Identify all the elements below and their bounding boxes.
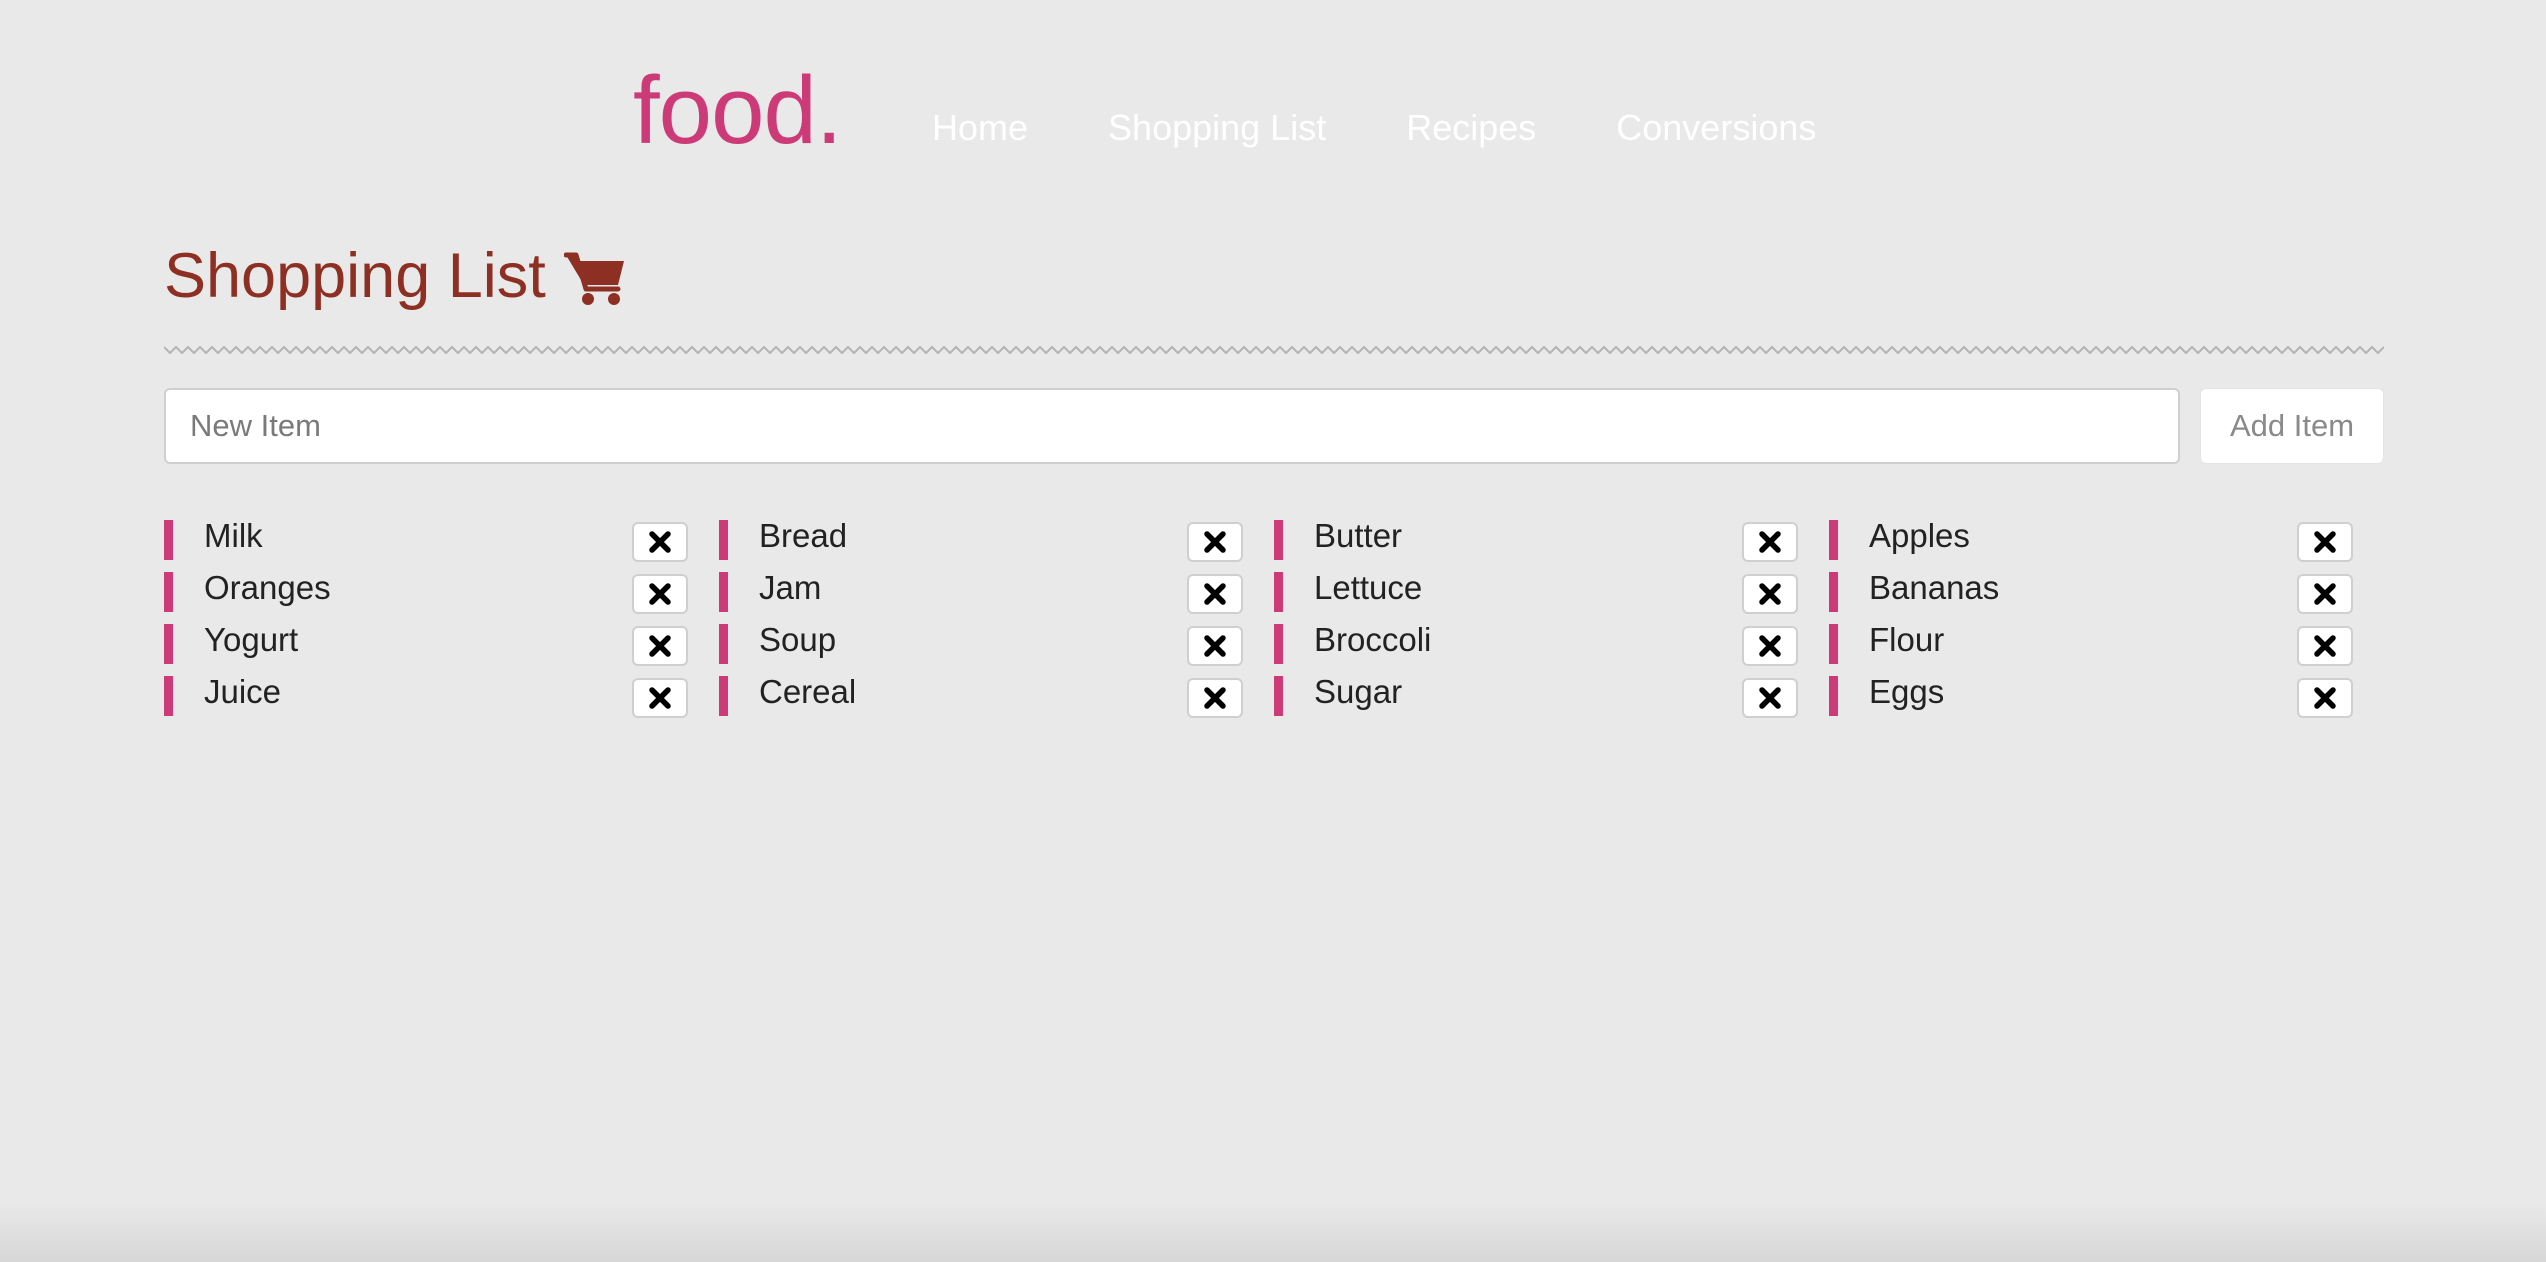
list-item: Butter (1274, 517, 1798, 562)
list-item: Apples (1829, 517, 2353, 562)
remove-item-button[interactable] (2297, 574, 2353, 614)
remove-item-button[interactable] (632, 522, 688, 562)
nav-link-home[interactable]: Home (932, 104, 1028, 152)
nav-link-conversions[interactable]: Conversions (1616, 104, 1816, 152)
list-item: Oranges (164, 569, 688, 614)
item-label: Butter (1314, 517, 1403, 554)
item-marker (1829, 676, 1838, 716)
close-x-icon (1759, 583, 1781, 605)
item-label: Sugar (1314, 673, 1403, 710)
item-label: Broccoli (1314, 621, 1432, 658)
close-x-icon (649, 687, 671, 709)
item-label: Bananas (1869, 569, 2000, 606)
site-logo[interactable]: food. (633, 56, 843, 166)
site-header: food. Home Shopping List Recipes Convers… (0, 0, 2546, 200)
list-item: Lettuce (1274, 569, 1798, 614)
item-label: Apples (1869, 517, 1970, 554)
item-marker (719, 572, 728, 612)
item-label: Yogurt (204, 621, 299, 658)
item-marker (1829, 520, 1838, 560)
remove-item-button[interactable] (1187, 522, 1243, 562)
nav-link-shopping-list[interactable]: Shopping List (1108, 104, 1326, 152)
list-item: Broccoli (1274, 621, 1798, 666)
list-item: Bananas (1829, 569, 2353, 614)
list-item: Milk (164, 517, 688, 562)
close-x-icon (2314, 583, 2336, 605)
item-label: Eggs (1869, 673, 1945, 710)
list-item: Cereal (719, 673, 1243, 718)
item-marker (164, 624, 173, 664)
list-item: Flour (1829, 621, 2353, 666)
item-label: Jam (759, 569, 822, 606)
close-x-icon (1204, 583, 1226, 605)
item-marker (1274, 676, 1283, 716)
remove-item-button[interactable] (1187, 678, 1243, 718)
remove-item-button[interactable] (1742, 626, 1798, 666)
item-marker (719, 676, 728, 716)
item-label: Juice (204, 673, 282, 710)
close-x-icon (1759, 531, 1781, 553)
remove-item-button[interactable] (632, 626, 688, 666)
new-item-input[interactable] (164, 388, 2180, 464)
remove-item-button[interactable] (1742, 574, 1798, 614)
shopping-cart-icon (563, 252, 624, 305)
item-marker (719, 624, 728, 664)
close-x-icon (1204, 531, 1226, 553)
list-item: Soup (719, 621, 1243, 666)
remove-item-button[interactable] (2297, 678, 2353, 718)
item-label: Flour (1869, 621, 1945, 658)
list-item: Eggs (1829, 673, 2353, 718)
item-marker (1274, 624, 1283, 664)
list-item: Yogurt (164, 621, 688, 666)
zigzag-divider (164, 345, 2384, 355)
item-label: Oranges (204, 569, 331, 606)
remove-item-button[interactable] (632, 678, 688, 718)
bottom-shadow (0, 1202, 2546, 1262)
item-marker (1274, 572, 1283, 612)
close-x-icon (649, 635, 671, 657)
page-title: Shopping List (164, 236, 626, 316)
item-marker (1274, 520, 1283, 560)
item-label: Lettuce (1314, 569, 1423, 606)
remove-item-button[interactable] (2297, 522, 2353, 562)
item-label: Bread (759, 517, 848, 554)
remove-item-button[interactable] (1187, 626, 1243, 666)
close-x-icon (2314, 635, 2336, 657)
close-x-icon (2314, 687, 2336, 709)
add-item-button[interactable]: Add Item (2200, 388, 2384, 464)
page-title-text: Shopping List (164, 241, 546, 311)
list-item: Juice (164, 673, 688, 718)
item-marker (1829, 572, 1838, 612)
nav-link-recipes[interactable]: Recipes (1406, 104, 1536, 152)
close-x-icon (1204, 635, 1226, 657)
list-item: Sugar (1274, 673, 1798, 718)
remove-item-button[interactable] (1742, 678, 1798, 718)
close-x-icon (1759, 687, 1781, 709)
item-label: Milk (204, 517, 263, 554)
remove-item-button[interactable] (1187, 574, 1243, 614)
shopping-items-list: Milk Bread Butter Apples Oranges Jam Lettuce Ba… (164, 517, 2368, 718)
add-item-form: Add Item (164, 388, 2384, 464)
close-x-icon (2314, 531, 2336, 553)
close-x-icon (649, 531, 671, 553)
item-marker (164, 676, 173, 716)
item-marker (1829, 624, 1838, 664)
main-nav: Home Shopping List Recipes Conversions (932, 104, 1816, 152)
remove-item-button[interactable] (1742, 522, 1798, 562)
remove-item-button[interactable] (2297, 626, 2353, 666)
item-marker (719, 520, 728, 560)
close-x-icon (1759, 635, 1781, 657)
list-item: Jam (719, 569, 1243, 614)
remove-item-button[interactable] (632, 574, 688, 614)
close-x-icon (649, 583, 671, 605)
item-marker (164, 520, 173, 560)
item-marker (164, 572, 173, 612)
list-item: Bread (719, 517, 1243, 562)
item-label: Cereal (759, 673, 857, 710)
item-label: Soup (759, 621, 837, 658)
close-x-icon (1204, 687, 1226, 709)
